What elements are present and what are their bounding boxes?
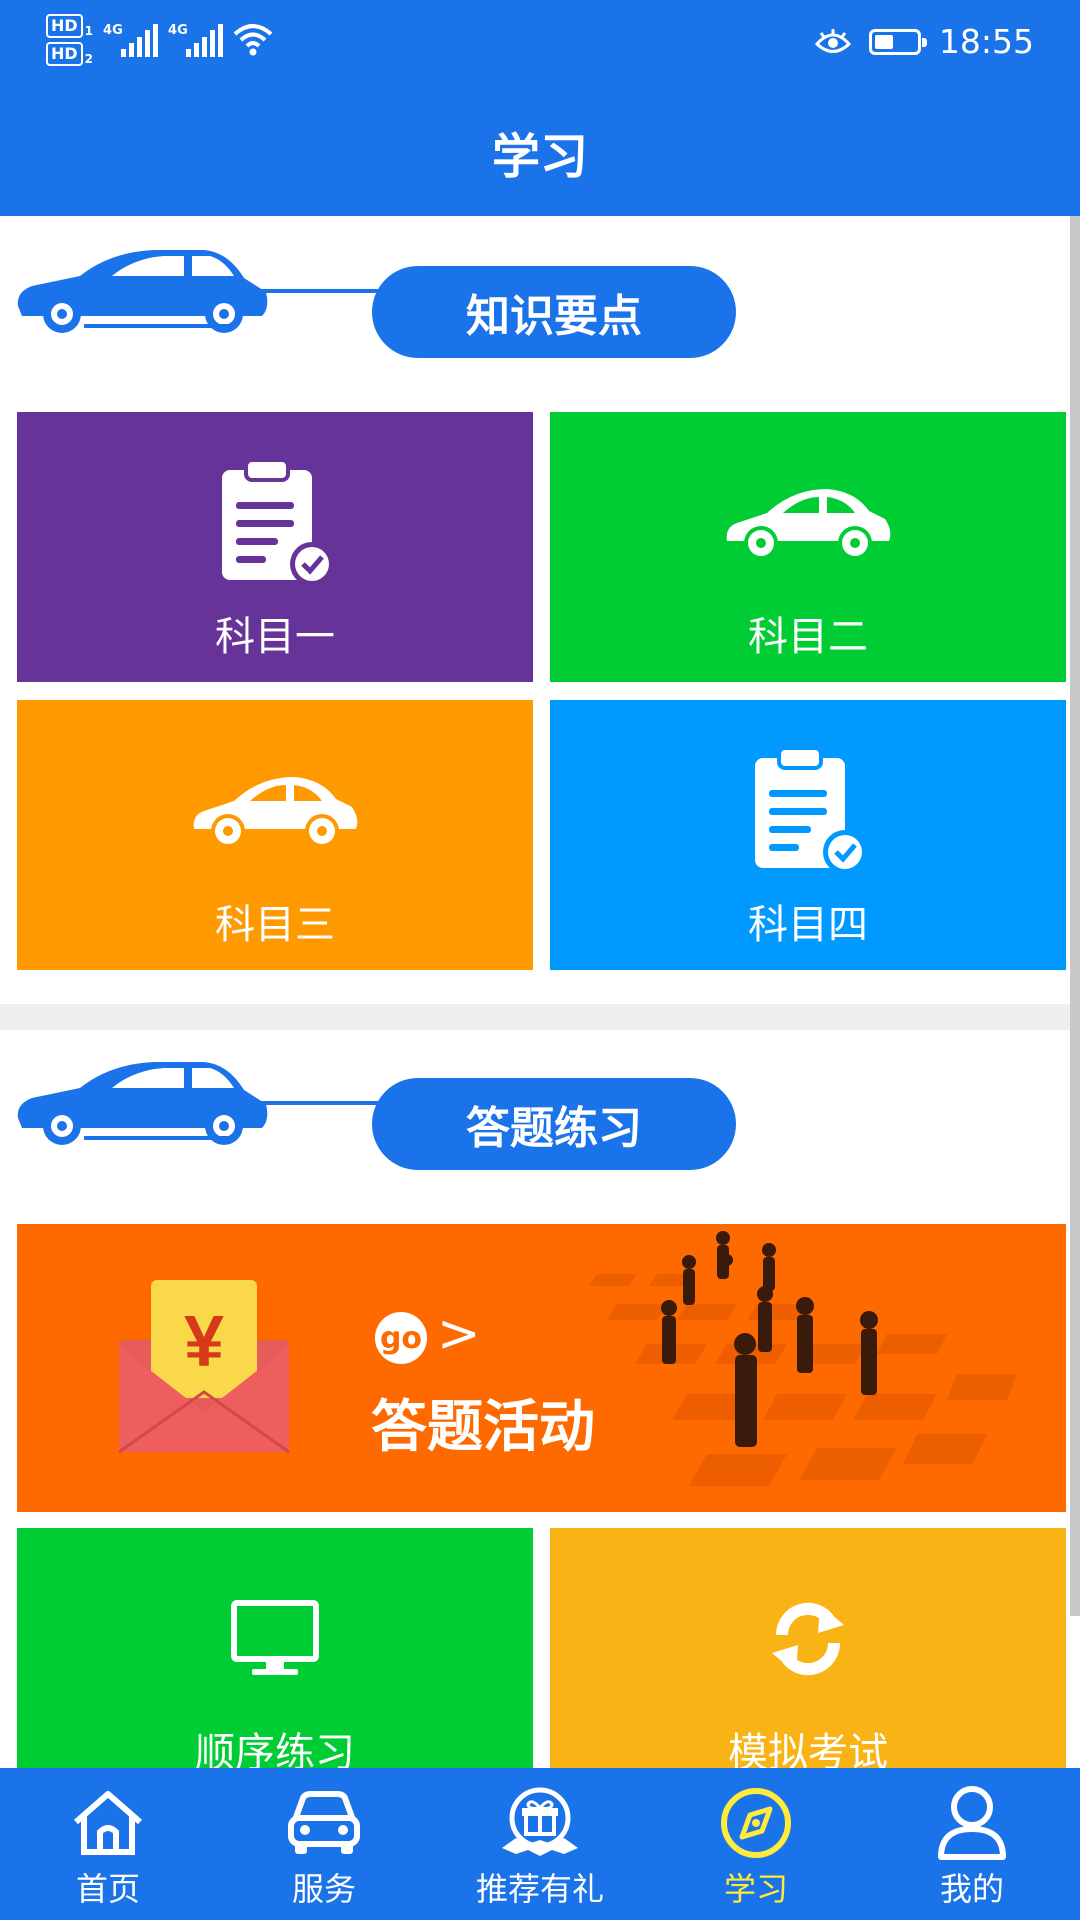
tile-mock-exam[interactable]: 模拟考试	[550, 1528, 1066, 1768]
sim2-index: 2	[84, 52, 94, 66]
car-icon	[726, 489, 891, 560]
user-icon	[938, 1786, 1006, 1860]
clipboard-check-icon	[222, 458, 334, 586]
car-front-icon	[288, 1791, 360, 1854]
page-title: 学习	[491, 129, 588, 185]
tile-label: 科目三	[215, 902, 335, 948]
tab-referral[interactable]: 推荐有礼	[432, 1768, 648, 1920]
tab-label: 推荐有礼	[475, 1870, 604, 1908]
sim-indicators: HD 1 HD 2	[46, 14, 93, 66]
monitor-icon	[231, 1600, 319, 1675]
car-side-icon	[17, 250, 268, 333]
refresh-icon	[772, 1602, 844, 1676]
tile-label: 科目四	[748, 902, 868, 948]
car-side-icon	[17, 1062, 268, 1145]
tile-label: 顺序练习	[195, 1730, 355, 1768]
section-connector-line	[240, 289, 380, 293]
tile-subject-one[interactable]: 科目一	[17, 412, 533, 682]
compass-icon	[721, 1788, 791, 1858]
battery-icon	[868, 28, 927, 55]
bottom-tab-bar: 首页 服务 推荐有礼 学习 我的	[0, 1768, 1080, 1920]
tile-subject-three[interactable]: 科目三	[17, 700, 533, 970]
tile-sequential-practice[interactable]: 顺序练习	[17, 1528, 533, 1768]
tile-label: 科目一	[215, 614, 335, 660]
signal-icon: 4G	[168, 23, 224, 57]
wifi-icon	[233, 24, 273, 56]
network1-label: 4G	[103, 23, 123, 38]
signal-icon: 4G	[103, 23, 159, 57]
tab-label: 我的	[939, 1870, 1004, 1908]
go-arrow: >	[437, 1304, 481, 1364]
page-header: 学习	[0, 88, 1080, 216]
tab-label: 首页	[75, 1870, 140, 1908]
car-icon	[193, 777, 358, 848]
quiz-activity-banner[interactable]: ¥ go > 答题活动	[17, 1224, 1066, 1512]
sim2-hd-badge: HD	[46, 42, 83, 66]
business-people-illustration	[589, 1231, 1017, 1486]
tab-label: 服务	[291, 1870, 356, 1908]
tab-study[interactable]: 学习	[648, 1768, 864, 1920]
section-header-practice: 答题练习	[0, 1028, 1080, 1170]
eye-comfort-icon	[814, 28, 851, 53]
clipboard-check-icon	[755, 746, 867, 874]
section-title-pill: 答题练习	[372, 1078, 736, 1170]
tile-subject-four[interactable]: 科目四	[550, 700, 1066, 970]
currency-symbol: ¥	[184, 1302, 224, 1382]
tile-label: 科目二	[748, 614, 868, 660]
status-left: HD 1 HD 2 4G 4G	[46, 14, 273, 66]
tab-mine[interactable]: 我的	[864, 1768, 1080, 1920]
red-envelope-icon: ¥	[118, 1280, 290, 1454]
tile-label: 模拟考试	[728, 1730, 888, 1768]
status-bar: HD 1 HD 2 4G 4G 18:55	[0, 0, 1080, 88]
section-header-knowledge: 知识要点	[0, 216, 1080, 358]
home-icon	[74, 1791, 142, 1855]
tab-label: 学习	[723, 1870, 788, 1908]
battery-fill	[874, 34, 893, 49]
status-right: 18:55	[814, 22, 1034, 61]
gift-badge-icon	[502, 1787, 578, 1856]
section-divider	[0, 1004, 1080, 1030]
main-content[interactable]: 知识要点 科目一 科目二 科目三 科目四 答题练习 ¥ go > 答题活动 顺序…	[0, 216, 1080, 1768]
go-badge: go	[375, 1312, 427, 1364]
scrollbar[interactable]	[1070, 216, 1080, 1616]
banner-title: 答题活动	[371, 1395, 595, 1460]
sim1-hd-badge: HD	[46, 14, 83, 38]
sim1-index: 1	[84, 24, 94, 38]
section-connector-line	[240, 1101, 380, 1105]
status-time: 18:55	[938, 22, 1034, 61]
tile-subject-two[interactable]: 科目二	[550, 412, 1066, 682]
tab-service[interactable]: 服务	[216, 1768, 432, 1920]
network2-label: 4G	[168, 23, 188, 38]
tab-home[interactable]: 首页	[0, 1768, 216, 1920]
section-title-pill: 知识要点	[372, 266, 736, 358]
